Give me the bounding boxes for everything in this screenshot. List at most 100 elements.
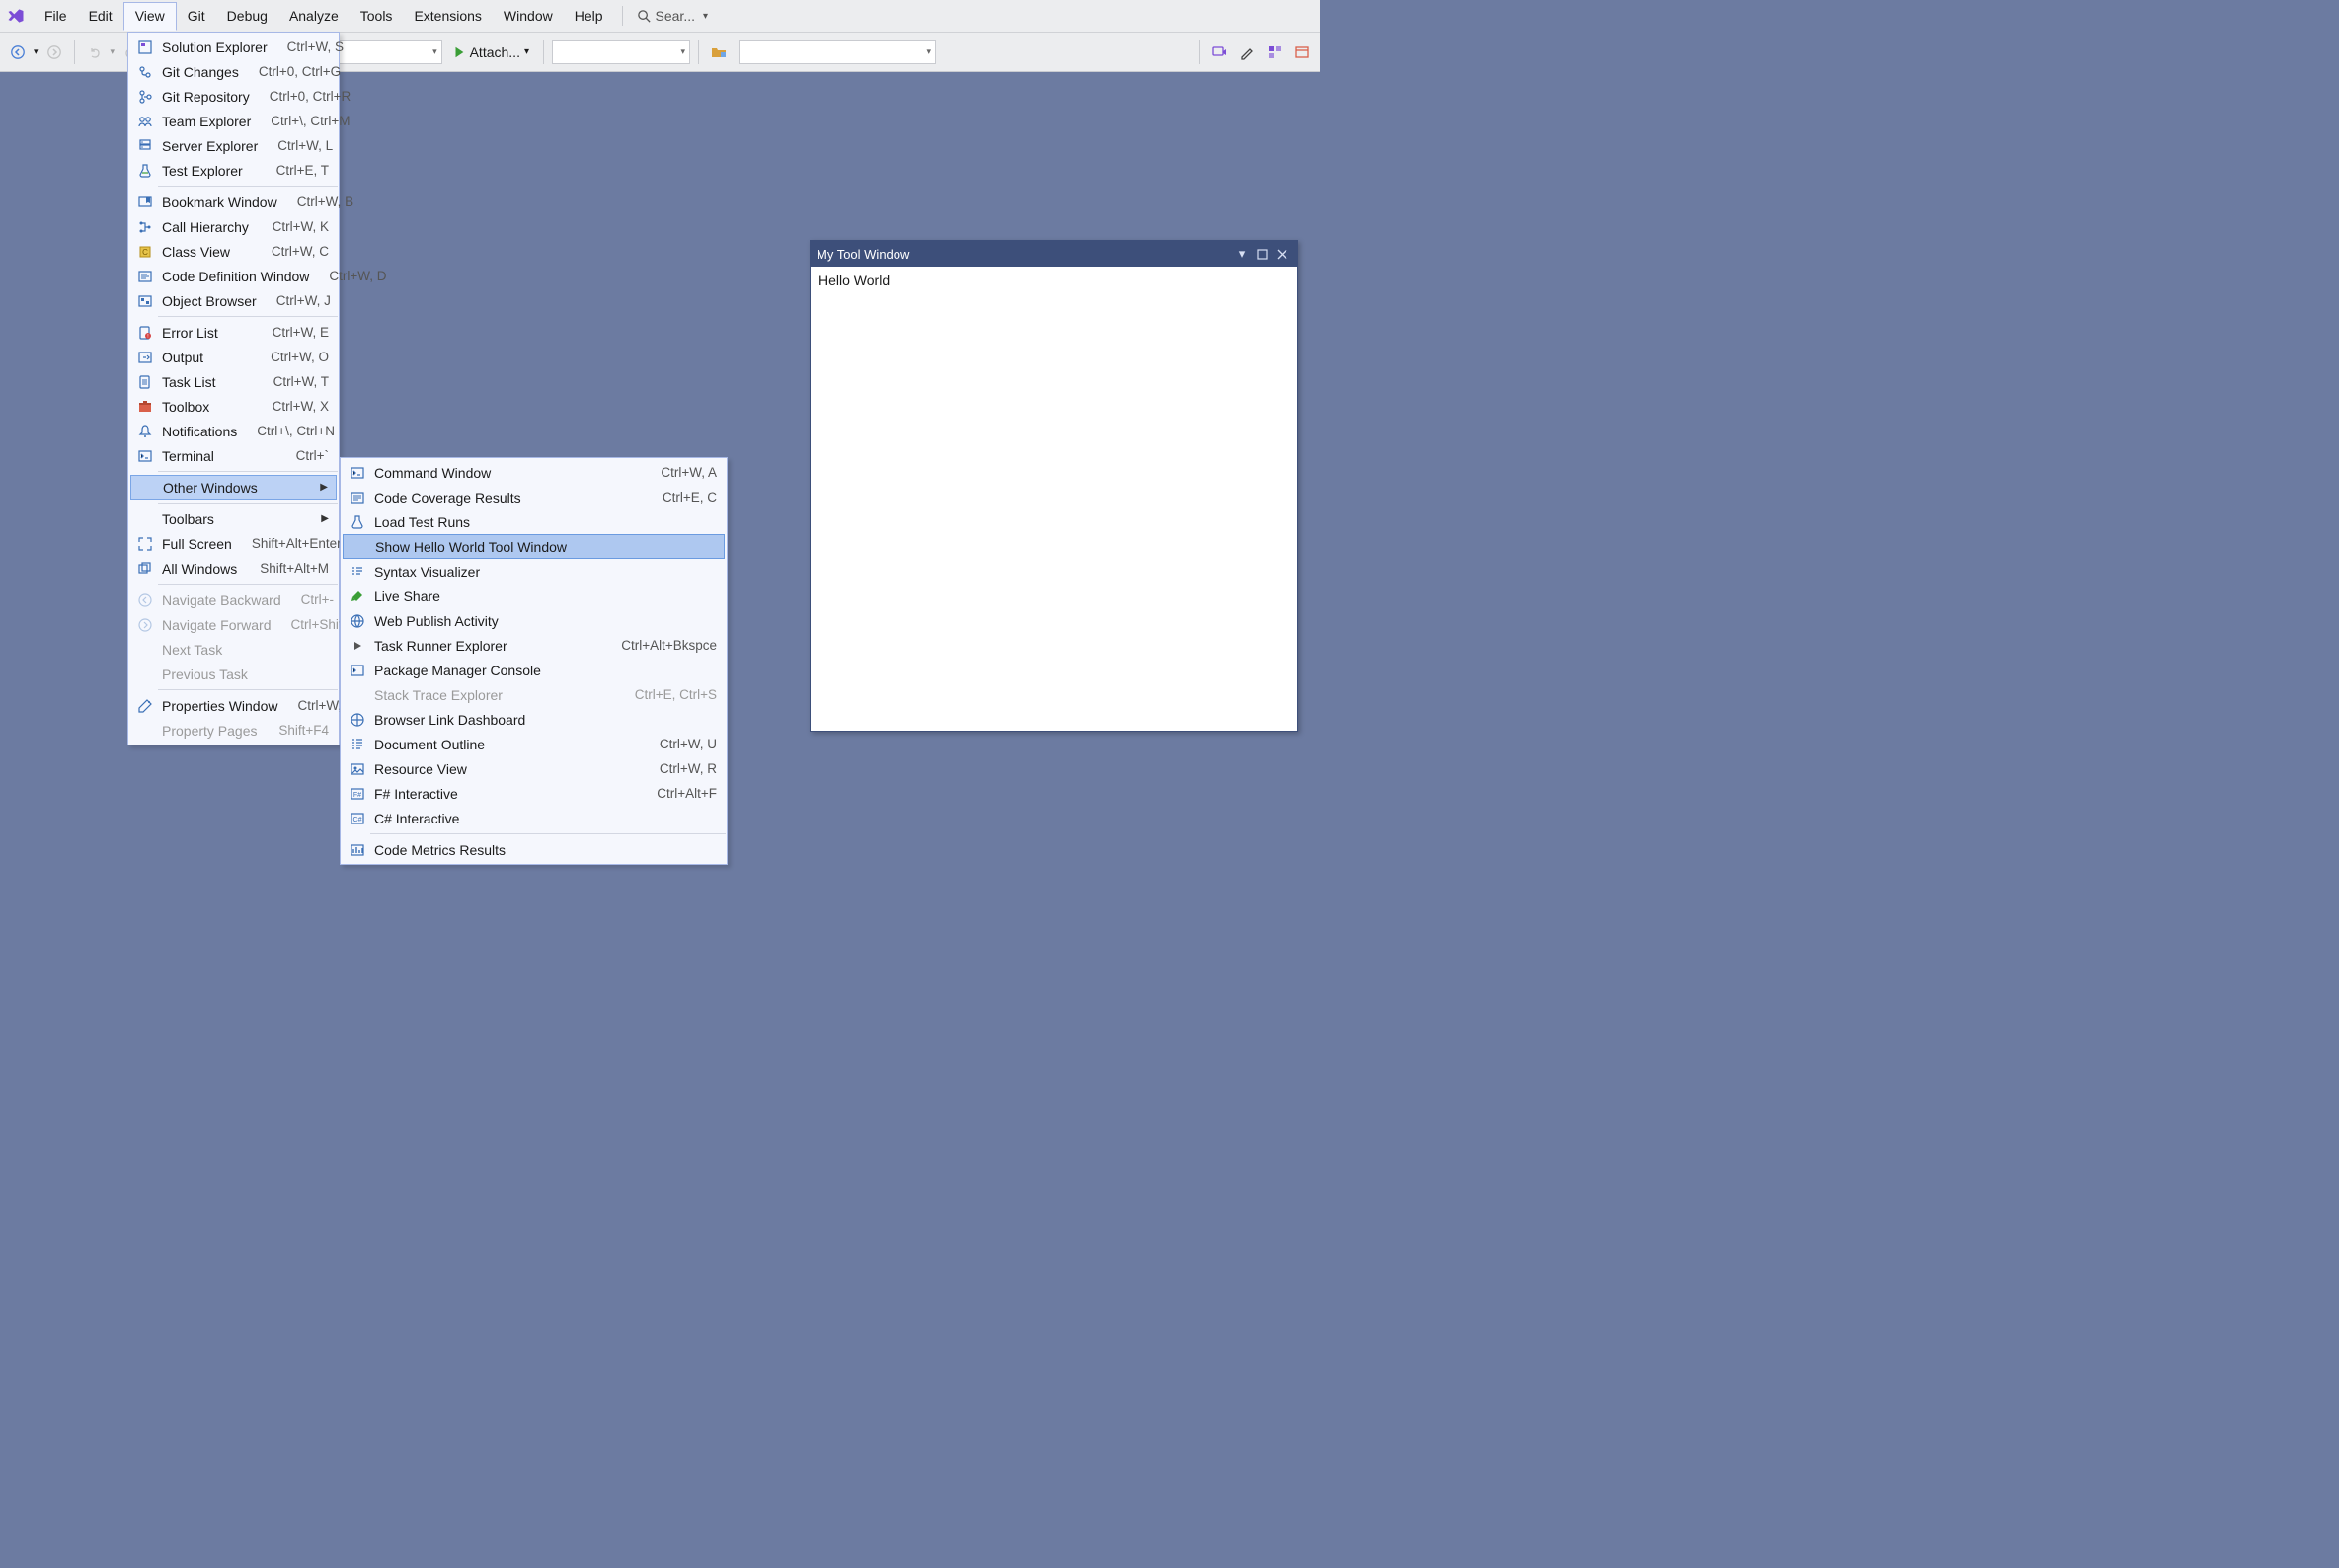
menu-item-object-browser[interactable]: Object BrowserCtrl+W, J	[128, 288, 339, 313]
chevron-down-icon[interactable]: ▾	[34, 46, 39, 57]
menu-item-label: Code Definition Window	[162, 269, 329, 284]
menu-item-label: Property Pages	[162, 723, 278, 739]
menubar-separator	[622, 6, 623, 26]
menu-item-syntax-visualizer[interactable]: Syntax Visualizer	[341, 559, 727, 584]
menu-item-task-list[interactable]: Task ListCtrl+W, T	[128, 369, 339, 394]
menu-item-team-explorer[interactable]: Team ExplorerCtrl+\, Ctrl+M	[128, 109, 339, 133]
menu-item-web-publish-activity[interactable]: Web Publish Activity	[341, 608, 727, 633]
menu-view[interactable]: View	[123, 2, 177, 31]
tool-window: My Tool Window ▾ Hello World	[810, 240, 1298, 732]
menu-item-server-explorer[interactable]: Server ExplorerCtrl+W, L	[128, 133, 339, 158]
search-icon	[637, 9, 652, 24]
menu-item-document-outline[interactable]: Document OutlineCtrl+W, U	[341, 732, 727, 756]
chevron-down-icon[interactable]: ▾	[111, 46, 116, 57]
menu-item-toolbox[interactable]: ToolboxCtrl+W, X	[128, 394, 339, 419]
browser-link-icon	[347, 710, 368, 730]
extensions-icon[interactable]	[1263, 40, 1286, 64]
menu-item-toolbars[interactable]: Toolbars▶	[128, 507, 339, 531]
menu-item-git-repository[interactable]: Git RepositoryCtrl+0, Ctrl+R	[128, 84, 339, 109]
live-share-icon	[347, 587, 368, 606]
menu-item-shortcut: Ctrl+0, Ctrl+G	[259, 64, 341, 79]
blank-icon	[134, 510, 156, 529]
maximize-icon[interactable]	[1252, 244, 1272, 264]
menu-item-load-test-runs[interactable]: Load Test Runs	[341, 510, 727, 534]
menu-item-shortcut: Ctrl+W, J	[276, 293, 331, 308]
navigate-forward-icon	[134, 615, 156, 635]
tool-window-body: Hello World	[811, 267, 1297, 731]
notifications-icon	[134, 422, 156, 441]
menu-item-shortcut: Ctrl+W, C	[272, 244, 329, 259]
tool-window-title: My Tool Window	[817, 247, 909, 262]
undo-button[interactable]	[83, 40, 107, 64]
menu-item-properties-window[interactable]: Properties WindowCtrl+W, P	[128, 693, 339, 718]
menu-item-class-view[interactable]: CClass ViewCtrl+W, C	[128, 239, 339, 264]
search-box[interactable]: Sear... ▾	[631, 8, 715, 24]
syntax-visualizer-icon	[347, 562, 368, 582]
menu-item-terminal[interactable]: TerminalCtrl+`	[128, 443, 339, 468]
menu-window[interactable]: Window	[493, 2, 564, 31]
menu-item-notifications[interactable]: NotificationsCtrl+\, Ctrl+N	[128, 419, 339, 443]
chevron-down-icon: ▾	[524, 46, 529, 57]
menu-item-other-windows[interactable]: Other Windows▶	[130, 475, 337, 500]
window-position-icon[interactable]: ▾	[1232, 244, 1252, 264]
live-share-icon[interactable]	[1208, 40, 1231, 64]
menu-item-shortcut: Ctrl+W, A	[661, 465, 717, 480]
menu-item-shortcut: Ctrl+W, D	[329, 269, 386, 283]
test-explorer-icon	[134, 161, 156, 181]
tool-window-titlebar[interactable]: My Tool Window ▾	[811, 241, 1297, 267]
menu-edit[interactable]: Edit	[78, 2, 123, 31]
menu-item-code-coverage-results[interactable]: Code Coverage ResultsCtrl+E, C	[341, 485, 727, 510]
menu-item-label: Toolbox	[162, 399, 273, 415]
menu-item-git-changes[interactable]: Git ChangesCtrl+0, Ctrl+G	[128, 59, 339, 84]
menu-item-label: Other Windows	[163, 480, 312, 496]
menu-item-task-runner-explorer[interactable]: Task Runner ExplorerCtrl+Alt+Bkspce	[341, 633, 727, 658]
menu-git[interactable]: Git	[177, 2, 216, 31]
attach-button[interactable]: Attach... ▾	[446, 44, 535, 60]
menu-item-label: Previous Task	[162, 666, 329, 682]
menu-analyze[interactable]: Analyze	[278, 2, 350, 31]
menu-help[interactable]: Help	[564, 2, 614, 31]
blank-icon	[134, 665, 156, 684]
window-layout-icon[interactable]	[1290, 40, 1314, 64]
menu-item-call-hierarchy[interactable]: Call HierarchyCtrl+W, K	[128, 214, 339, 239]
find-combo[interactable]: ▾	[739, 40, 936, 64]
fsharp-interactive-icon: F#	[347, 784, 368, 804]
call-hierarchy-icon	[134, 217, 156, 237]
menu-tools[interactable]: Tools	[350, 2, 404, 31]
menu-item-full-screen[interactable]: Full ScreenShift+Alt+Enter	[128, 531, 339, 556]
menu-item-label: Call Hierarchy	[162, 219, 273, 235]
menu-extensions[interactable]: Extensions	[403, 2, 492, 31]
settings-icon[interactable]	[1235, 40, 1259, 64]
menu-item-label: Bookmark Window	[162, 195, 297, 210]
class-view-icon: C	[134, 242, 156, 262]
menu-item-resource-view[interactable]: Resource ViewCtrl+W, R	[341, 756, 727, 781]
menu-item-solution-explorer[interactable]: Solution ExplorerCtrl+W, S	[128, 35, 339, 59]
menu-item-shortcut: Ctrl+W, E	[273, 325, 329, 340]
menu-item-live-share[interactable]: Live Share	[341, 584, 727, 608]
menu-item-label: Notifications	[162, 424, 257, 439]
menu-item-show-hello-world-tool-window[interactable]: Show Hello World Tool Window	[343, 534, 725, 559]
menu-debug[interactable]: Debug	[216, 2, 278, 31]
menu-item-code-definition-window[interactable]: Code Definition WindowCtrl+W, D	[128, 264, 339, 288]
menu-item-stack-trace-explorer: Stack Trace ExplorerCtrl+E, Ctrl+S	[341, 682, 727, 707]
folder-icon[interactable]	[707, 40, 731, 64]
menu-item-test-explorer[interactable]: Test ExplorerCtrl+E, T	[128, 158, 339, 183]
menu-item-command-window[interactable]: Command WindowCtrl+W, A	[341, 460, 727, 485]
menu-item-label: Syntax Visualizer	[374, 564, 717, 580]
menu-item-label: Git Repository	[162, 89, 270, 105]
debug-target-combo[interactable]: ▾	[552, 40, 690, 64]
menu-item-code-metrics-results[interactable]: Code Metrics Results	[341, 837, 727, 862]
close-icon[interactable]	[1272, 244, 1291, 264]
menu-item-all-windows[interactable]: All WindowsShift+Alt+M	[128, 556, 339, 581]
menu-item-package-manager-console[interactable]: Package Manager Console	[341, 658, 727, 682]
menu-item-c-interactive[interactable]: C#C# Interactive	[341, 806, 727, 830]
menu-item-error-list[interactable]: !Error ListCtrl+W, E	[128, 320, 339, 345]
nav-back-button[interactable]	[6, 40, 30, 64]
menu-item-bookmark-window[interactable]: Bookmark WindowCtrl+W, B	[128, 190, 339, 214]
menu-file[interactable]: File	[34, 2, 78, 31]
document-outline-icon	[347, 735, 368, 754]
nav-forward-button[interactable]	[42, 40, 66, 64]
menu-item-output[interactable]: OutputCtrl+W, O	[128, 345, 339, 369]
menu-item-browser-link-dashboard[interactable]: Browser Link Dashboard	[341, 707, 727, 732]
menu-item-f-interactive[interactable]: F#F# InteractiveCtrl+Alt+F	[341, 781, 727, 806]
